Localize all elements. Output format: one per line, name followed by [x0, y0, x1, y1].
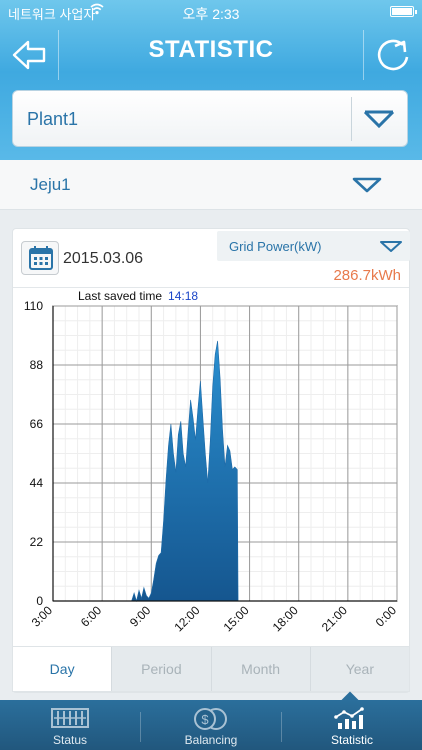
tab-month[interactable]: Month — [212, 647, 311, 691]
tab-day[interactable]: Day — [13, 647, 113, 691]
site-selected-value: Jeju1 — [30, 175, 71, 194]
chevron-down-icon — [380, 241, 402, 252]
metric-selected-value: Grid Power(kW) — [229, 239, 322, 254]
header: 네트워크 사업자 오후 2:33 STATISTIC Plant1 — [0, 0, 422, 160]
period-tabs: Day Period Month Year — [12, 646, 410, 692]
nav-balancing[interactable]: $ Balancing — [141, 700, 281, 750]
dropdown-divider — [351, 97, 352, 141]
chevron-down-icon — [352, 177, 382, 193]
nav-status-label: Status — [52, 733, 88, 747]
nav-balancing-label: Balancing — [184, 733, 238, 747]
statistics-card: 2015.03.06 Grid Power(kW) 286.7kWh Last … — [12, 228, 410, 693]
y-tick-label: 66 — [30, 417, 44, 431]
screen: 네트워크 사업자 오후 2:33 STATISTIC Plant1 Jeju1 … — [0, 0, 422, 750]
page-title: STATISTIC — [148, 36, 274, 63]
clock: 오후 2:33 — [182, 6, 240, 22]
x-tick-label: 0:00 — [373, 603, 400, 630]
refresh-button[interactable] — [370, 32, 416, 78]
x-tick-label: 12:00 — [171, 603, 202, 634]
x-tick-label: 9:00 — [127, 603, 154, 630]
nav-statistic[interactable]: Statistic — [282, 700, 422, 750]
selected-date: 2015.03.06 — [63, 250, 144, 267]
nav-status[interactable]: Status — [0, 700, 140, 750]
nav-statistic-label: Statistic — [330, 733, 373, 747]
status-bar: 네트워크 사업자 오후 2:33 — [0, 0, 422, 22]
tab-year[interactable]: Year — [311, 647, 409, 691]
svg-text:$: $ — [201, 712, 209, 727]
tab-period[interactable]: Period — [112, 647, 212, 691]
battery-icon — [390, 6, 417, 17]
chart-icon — [334, 707, 364, 729]
y-tick-label: 88 — [30, 358, 44, 372]
navbar: STATISTIC — [0, 22, 422, 88]
x-tick-label: 21:00 — [319, 603, 350, 634]
chevron-down-icon — [363, 110, 395, 129]
calendar-icon — [29, 246, 53, 270]
x-tick-label: 18:00 — [270, 603, 301, 634]
grid-panel-icon — [51, 708, 89, 728]
x-tick-label: 3:00 — [29, 603, 56, 630]
power-chart: 0224466881103:00 6:00 9:00 12:00 15:00 18:00 2… — [24, 299, 400, 634]
plant-dropdown[interactable]: Plant1 — [12, 90, 408, 147]
plant-selected-value: Plant1 — [27, 109, 79, 129]
y-tick-label: 110 — [24, 299, 43, 313]
refresh-icon — [377, 39, 409, 71]
nav-separator — [363, 30, 364, 80]
divider — [13, 287, 409, 288]
site-dropdown[interactable]: Jeju1 — [0, 160, 422, 210]
total-energy: 286.7kWh — [333, 267, 401, 284]
metric-dropdown[interactable]: Grid Power(kW) — [217, 231, 410, 261]
y-tick-label: 44 — [30, 476, 44, 490]
back-arrow-icon — [12, 40, 46, 70]
x-tick-label: 15:00 — [221, 603, 252, 634]
coins-icon: $ — [194, 708, 227, 730]
calendar-button[interactable] — [21, 241, 59, 275]
y-tick-label: 22 — [30, 535, 44, 549]
back-button[interactable] — [6, 32, 52, 78]
bottom-nav: Status $ Balancing Statistic — [0, 700, 422, 750]
x-tick-label: 6:00 — [78, 603, 105, 630]
nav-separator — [58, 30, 59, 80]
